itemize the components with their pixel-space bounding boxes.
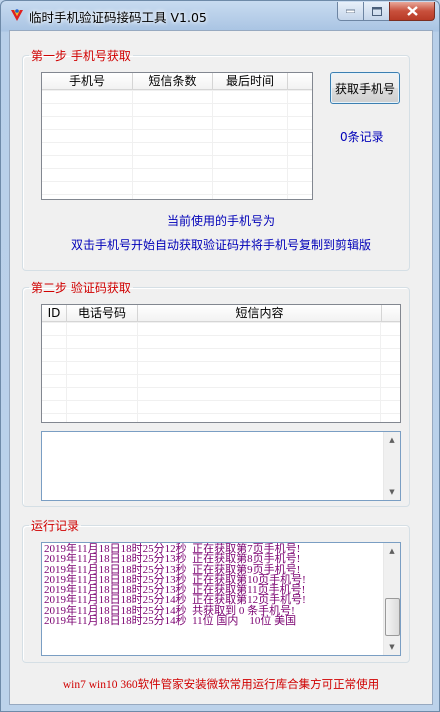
scroll-up-icon[interactable]: ▲: [384, 543, 400, 559]
get-phone-button[interactable]: 获取手机号: [330, 72, 400, 104]
scroll-up-icon[interactable]: ▲: [384, 432, 400, 448]
column-last-time[interactable]: 最后时间: [213, 73, 288, 89]
grid-divider: [137, 322, 138, 422]
footer-note: win7 win10 360软件管家安装微软常用运行库合集方可正常使用: [62, 679, 380, 691]
log-legend: 运行记录: [31, 519, 80, 533]
scroll-thumb[interactable]: [385, 598, 400, 636]
scroll-down-icon[interactable]: ▼: [384, 484, 400, 500]
column-phone[interactable]: 手机号: [42, 73, 133, 89]
sms-list[interactable]: ID 电话号码 短信内容: [41, 304, 401, 423]
grid-divider: [380, 322, 381, 422]
title-bar[interactable]: 临时手机验证码接码工具 V1.05: [1, 1, 439, 29]
step1-legend: 第一步 手机号获取: [31, 49, 131, 63]
column-id[interactable]: ID: [42, 305, 67, 321]
log-textbox[interactable]: 2019年11月18日18时25分12秒 正在获取第7页手机号! 2019年11…: [41, 542, 401, 656]
app-logo-icon: [11, 9, 23, 21]
usage-hint: 双击手机号开始自动获取验证码并将手机号复制到剪辑版: [70, 238, 371, 252]
maximize-icon: [371, 6, 382, 16]
sms-list-header: ID 电话号码 短信内容: [42, 305, 400, 322]
current-phone-label: 当前使用的手机号为: [166, 214, 275, 228]
log-line: 2019年11月18日18时25分14秒 11位 国内 10位 美国: [44, 615, 297, 628]
client-area: 第一步 手机号获取 手机号 短信条数 最后时间 获取手机号 0条记录 当前使用的…: [9, 30, 433, 705]
sms-list-body: [42, 322, 400, 422]
column-sms-content[interactable]: 短信内容: [138, 305, 382, 321]
close-icon: [406, 6, 418, 16]
record-count: 0条记录: [340, 130, 384, 144]
column-phone-number[interactable]: 电话号码: [67, 305, 138, 321]
scroll-down-icon[interactable]: ▼: [384, 639, 400, 655]
grid-divider: [287, 90, 288, 199]
log-content: 2019年11月18日18时25分12秒 正在获取第7页手机号! 2019年11…: [43, 543, 383, 655]
grid-divider: [132, 90, 133, 199]
maximize-button[interactable]: [363, 2, 390, 21]
close-button[interactable]: [389, 2, 435, 21]
column-filler: [382, 305, 400, 321]
column-sms-count[interactable]: 短信条数: [133, 73, 213, 89]
log-scrollbar[interactable]: ▲ ▼: [383, 543, 400, 655]
sms-detail-textbox[interactable]: ▲ ▼: [41, 431, 401, 501]
phone-list-body: [42, 90, 312, 199]
grid-divider: [212, 90, 213, 199]
phone-list[interactable]: 手机号 短信条数 最后时间: [41, 72, 313, 200]
window-title: 临时手机验证码接码工具 V1.05: [29, 10, 207, 25]
detail-scrollbar[interactable]: ▲ ▼: [383, 432, 400, 500]
column-filler: [288, 73, 312, 89]
minimize-icon: [346, 9, 355, 13]
grid-divider: [66, 322, 67, 422]
minimize-button[interactable]: [337, 2, 364, 21]
app-window: 临时手机验证码接码工具 V1.05 第一步 手机号获取 手机号 短信条数 最后时…: [0, 0, 440, 712]
phone-list-header: 手机号 短信条数 最后时间: [42, 73, 312, 90]
step2-legend: 第二步 验证码获取: [31, 281, 131, 295]
